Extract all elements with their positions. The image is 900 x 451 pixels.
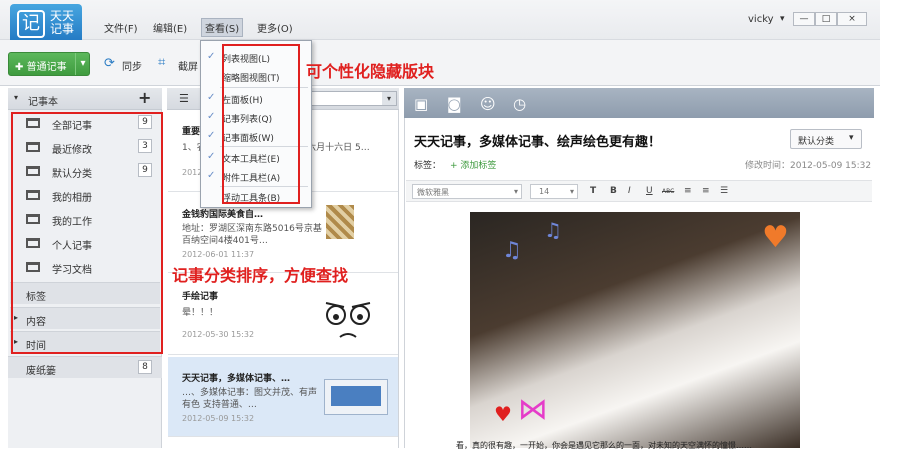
menu-file[interactable]: 文件(F)	[104, 20, 138, 35]
check-icon: ✓	[207, 170, 216, 181]
list-icon[interactable]: ☰	[720, 186, 728, 196]
list-menu-icon[interactable]: ☰	[179, 92, 189, 105]
user-dropdown-icon[interactable]: ▾	[780, 14, 785, 24]
chevron-down-icon: ▾	[513, 187, 518, 196]
check-icon: ✓	[207, 111, 216, 122]
logo-icon: 记	[17, 10, 45, 38]
check-icon: ✓	[207, 51, 216, 62]
music-note-icon: ♫	[544, 218, 562, 242]
annotation-box-sidebar	[11, 112, 163, 354]
new-note-label: ✚ 普通记事	[15, 58, 67, 73]
note-excerpt: 地址：罗湖区深南东路5016号京基百纳空间4楼401号…	[182, 224, 322, 246]
note-date: 2012-06-01 11:37	[182, 250, 255, 259]
chevron-down-icon: ▾	[382, 92, 396, 105]
sync-button[interactable]: 同步	[122, 58, 142, 73]
note-thumbnail	[326, 205, 354, 239]
wedding-photo: ♫ ♫ ♥ ♥ ⋈	[470, 212, 800, 448]
annotation-box-menu	[222, 44, 300, 204]
screenshot-icon[interactable]: ⌗	[158, 55, 165, 70]
camera-icon[interactable]: ◙	[447, 95, 462, 113]
sidebar-item-trash[interactable]: 废纸篓 8	[8, 356, 162, 378]
close-button[interactable]: ×	[837, 12, 867, 26]
heart-icon: ♥	[494, 402, 512, 426]
font-value: 微软雅黑	[417, 188, 449, 197]
note-excerpt: 晕！！！	[182, 308, 219, 318]
collapse-icon[interactable]: ▾	[14, 93, 18, 102]
note-thumbnail	[324, 379, 388, 415]
count-badge: 8	[138, 360, 152, 374]
category-value: 默认分类	[798, 137, 835, 147]
category-select[interactable]: 默认分类 ▾	[790, 129, 862, 149]
check-icon: ✓	[207, 92, 216, 103]
doodle-thumbnail	[325, 302, 371, 338]
logo-text: 天天记事	[50, 9, 75, 36]
maximize-button[interactable]: □	[815, 12, 837, 26]
list-item-selected[interactable]: 天天记事，多媒体记事、… …、多媒体记事：图文并茂、有声有色 支持普通、… 20…	[168, 357, 398, 437]
notebook-header-label: 记事本	[28, 97, 58, 108]
user-name[interactable]: vicky	[748, 14, 774, 25]
note-title-field[interactable]: 天天记事，多媒体记事、绘声绘色更有趣！	[414, 131, 661, 150]
size-value: 14	[539, 187, 550, 196]
strikethrough-button[interactable]: ABC	[662, 188, 674, 195]
annotation-hide-blocks: 可个性化隐藏版块	[306, 62, 435, 81]
chevron-down-icon: ▾	[849, 133, 854, 143]
note-title: 重要	[182, 127, 201, 137]
note-title: 天天记事，多媒体记事、…	[182, 374, 291, 384]
align-left-icon[interactable]: ≡	[684, 186, 692, 196]
note-date: 2012-05-09 15:32	[182, 414, 255, 423]
alarm-clock-icon[interactable]: ◷	[513, 95, 526, 113]
note-date: 2012-05-30 15:32	[182, 330, 255, 339]
font-family-select[interactable]: 微软雅黑 ▾	[412, 184, 522, 199]
notebook-header: ▾ 记事本 +	[8, 88, 162, 110]
annotation-category-sort: 记事分类排序，方便查找	[172, 266, 349, 285]
list-item[interactable]: 手绘记事 晕！！！ 2012-05-30 15:32	[168, 275, 398, 355]
tags-label: 标签：	[414, 161, 442, 171]
note-body-text[interactable]: 看，真的很有趣，一开始，你会是遇见它那么的一面，对未知的天空满怀的憧憬……	[456, 440, 752, 451]
bow-icon: ⋈	[518, 392, 548, 427]
trash-label: 废纸篓	[26, 366, 56, 377]
bold-button[interactable]: B	[610, 186, 617, 196]
new-note-text: 普通记事	[26, 62, 67, 73]
menu-edit[interactable]: 编辑(E)	[153, 20, 187, 35]
insert-image-icon[interactable]: ▣	[414, 95, 428, 113]
heart-icon: ♥	[762, 220, 789, 255]
font-size-select[interactable]: 14 ▾	[530, 184, 578, 199]
new-note-button[interactable]: ✚ 普通记事 ▾	[8, 52, 90, 76]
add-notebook-icon[interactable]: +	[138, 88, 151, 107]
note-title: 金钱豹国际美食自…	[182, 210, 264, 220]
sync-icon[interactable]: ⟳	[104, 56, 115, 71]
emoji-icon[interactable]: ☺	[480, 95, 496, 113]
menu-more[interactable]: 更多(O)	[257, 20, 293, 35]
modified-time: 修改时间：2012-05-09 15:32	[745, 161, 872, 171]
chevron-down-icon: ▾	[569, 187, 574, 196]
list-sort-select[interactable]: ▾	[311, 91, 397, 106]
music-note-icon: ♫	[502, 238, 522, 263]
italic-button[interactable]: I	[628, 186, 631, 196]
attachment-toolbar	[404, 88, 874, 118]
text-style-button[interactable]: T	[590, 186, 596, 196]
new-note-dropdown-icon[interactable]: ▾	[75, 53, 90, 75]
plus-icon: ✚	[15, 62, 24, 73]
align-center-icon[interactable]: ≡	[702, 186, 710, 196]
note-excerpt: …、多媒体记事：图文并茂、有声有色 支持普通、…	[182, 388, 318, 410]
note-title: 手绘记事	[182, 292, 219, 302]
menu-view[interactable]: 查看(S)	[201, 18, 244, 37]
minimize-button[interactable]: —	[793, 12, 815, 26]
check-icon: ✓	[207, 151, 216, 162]
check-icon: ✓	[207, 130, 216, 141]
underline-button[interactable]: U	[646, 186, 653, 196]
add-tag-link[interactable]: + 添加标签	[450, 158, 496, 171]
screenshot-button[interactable]: 截屏	[178, 58, 198, 73]
